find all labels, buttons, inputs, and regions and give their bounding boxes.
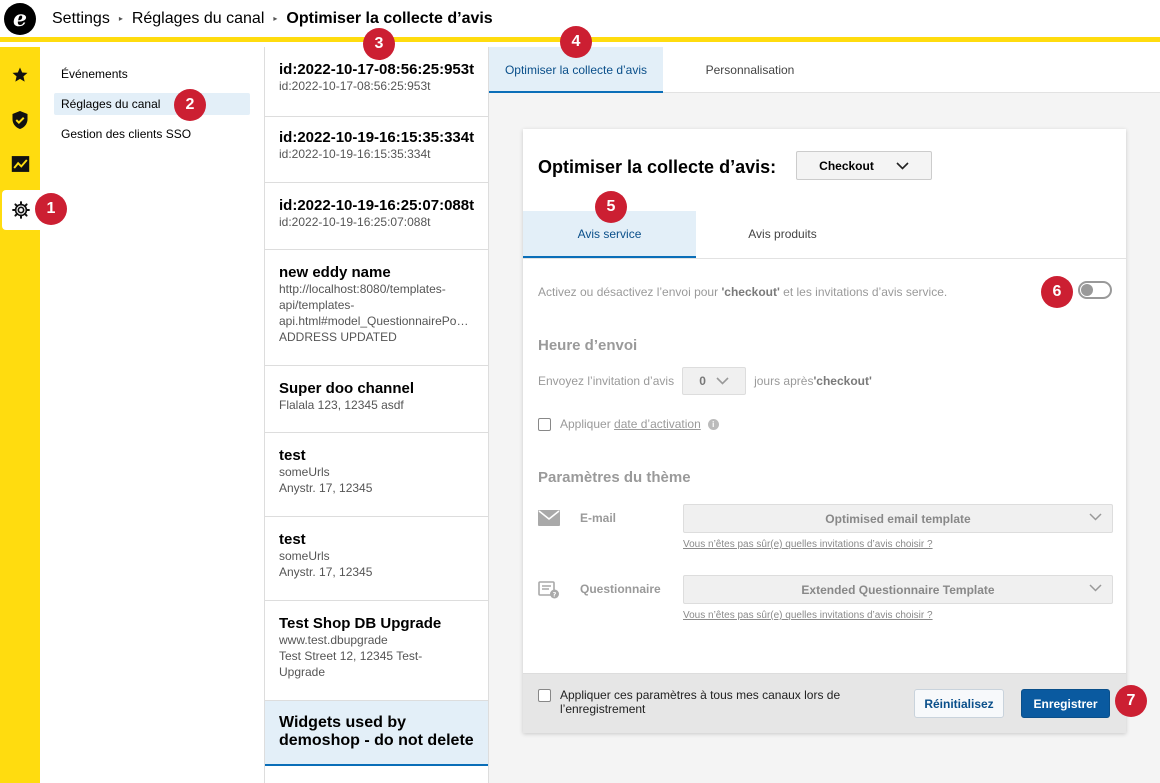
list-item[interactable]: id:2022-10-19-16:25:07:088t id:2022-10-1… [265,183,488,250]
list-item[interactable]: new eddy name http://localhost:8080/temp… [265,250,488,366]
toggle-knob [1081,284,1093,296]
nav-item-channel-settings[interactable]: Réglages du canal [54,93,250,115]
email-template-row: E-mail Optimised email template [538,504,1113,534]
breadcrumb-separator-icon: ▸ [273,14,278,23]
activation-date-row: Appliquer date d’activation i [538,417,719,431]
step-marker: 3 [363,28,395,60]
chevron-down-icon [1089,584,1102,592]
questionnaire-help-link[interactable]: Vous n’êtes pas sûr(e) quelles invitatio… [683,610,933,621]
breadcrumb-current-page: Optimiser la collecte d’avis [286,9,493,27]
list-item[interactable]: test someUrls Anystr. 17, 12345 [265,517,488,601]
trusted-shops-logo[interactable]: e [4,2,36,35]
activation-date-checkbox[interactable] [538,417,551,431]
send-time-heading: Heure d’envoi [538,337,638,354]
email-template-select[interactable]: Optimised email template [683,504,1113,533]
breadcrumb-settings[interactable]: Settings [52,10,110,28]
envelope-icon [538,510,560,526]
save-button[interactable]: Enregistrer [1021,689,1110,718]
questionnaire-template-select[interactable]: Extended Questionnaire Template [683,575,1113,604]
breadcrumb: Settings ▸ Réglages du canal ▸ Optimiser… [52,10,493,28]
breadcrumb-channel-settings[interactable]: Réglages du canal [132,10,265,28]
svg-text:?: ? [553,591,557,599]
info-icon[interactable]: i [707,418,719,430]
nav-item-sso-clients[interactable]: Gestion des clients SSO [54,123,250,145]
breadcrumb-separator-icon: ▸ [118,14,123,23]
step-marker: 6 [1041,276,1073,308]
tab-bar: Optimiser la collecte d’avis Personnalis… [489,47,1160,93]
apply-all-row: Appliquer ces paramètres à tous mes cana… [538,688,868,716]
chart-trend-icon[interactable] [0,144,40,184]
star-icon[interactable] [0,55,40,95]
step-marker: 1 [35,193,67,225]
questionnaire-template-row: ? Questionnaire Extended Questionnaire T… [538,575,1113,605]
step-marker: 5 [595,191,627,223]
step-marker: 7 [1115,685,1147,717]
apply-all-checkbox[interactable] [538,689,551,702]
channel-list: id:2022-10-17-08:56:25:953t id:2022-10-1… [264,47,489,783]
reset-button[interactable]: Réinitialisez [914,689,1004,718]
days-select[interactable]: 0 [682,367,747,395]
service-review-toggle[interactable] [1078,281,1112,299]
toggle-description: Activez ou désactivez l’envoi pour 'chec… [538,285,948,299]
list-item[interactable]: id:2022-10-19-16:15:35:334t id:2022-10-1… [265,117,488,183]
chevron-down-icon [896,161,909,170]
app-sidebar [0,47,40,783]
nav-item-events[interactable]: Événements [54,63,250,85]
email-help-link[interactable]: Vous n’êtes pas sûr(e) quelles invitatio… [683,539,933,550]
list-item[interactable]: Test Shop DB Upgrade www.test.dbupgrade … [265,601,488,701]
subtab-product-reviews[interactable]: Avis produits [696,211,869,258]
activation-date-link[interactable]: date d’activation [614,417,701,431]
list-item[interactable]: test someUrls Anystr. 17, 12345 [265,433,488,517]
card-footer: Appliquer ces paramètres à tous mes cana… [523,673,1126,733]
send-time-row: Envoyez l’invitation d’avis 0 jours aprè… [538,367,872,395]
shield-check-icon[interactable] [0,100,40,140]
list-item-selected[interactable]: Widgets used by demoshop - do not delete… [265,701,488,766]
card-title: Optimiser la collecte d’avis: [538,157,777,177]
tab-customization[interactable]: Personnalisation [663,47,837,93]
trigger-select[interactable]: Checkout [796,151,932,180]
settings-nav: Événements Réglages du canal Gestion des… [40,47,264,783]
step-marker: 2 [174,89,206,121]
chevron-down-icon [1089,513,1102,521]
theme-settings-heading: Paramètres du thème [538,469,691,486]
content-area: Optimiser la collecte d’avis Personnalis… [489,47,1160,783]
chevron-down-icon [716,377,729,385]
list-item[interactable]: Super doo channel Flalala 123, 12345 asd… [265,366,488,433]
step-marker: 4 [560,26,592,58]
questionnaire-icon: ? [538,581,559,599]
